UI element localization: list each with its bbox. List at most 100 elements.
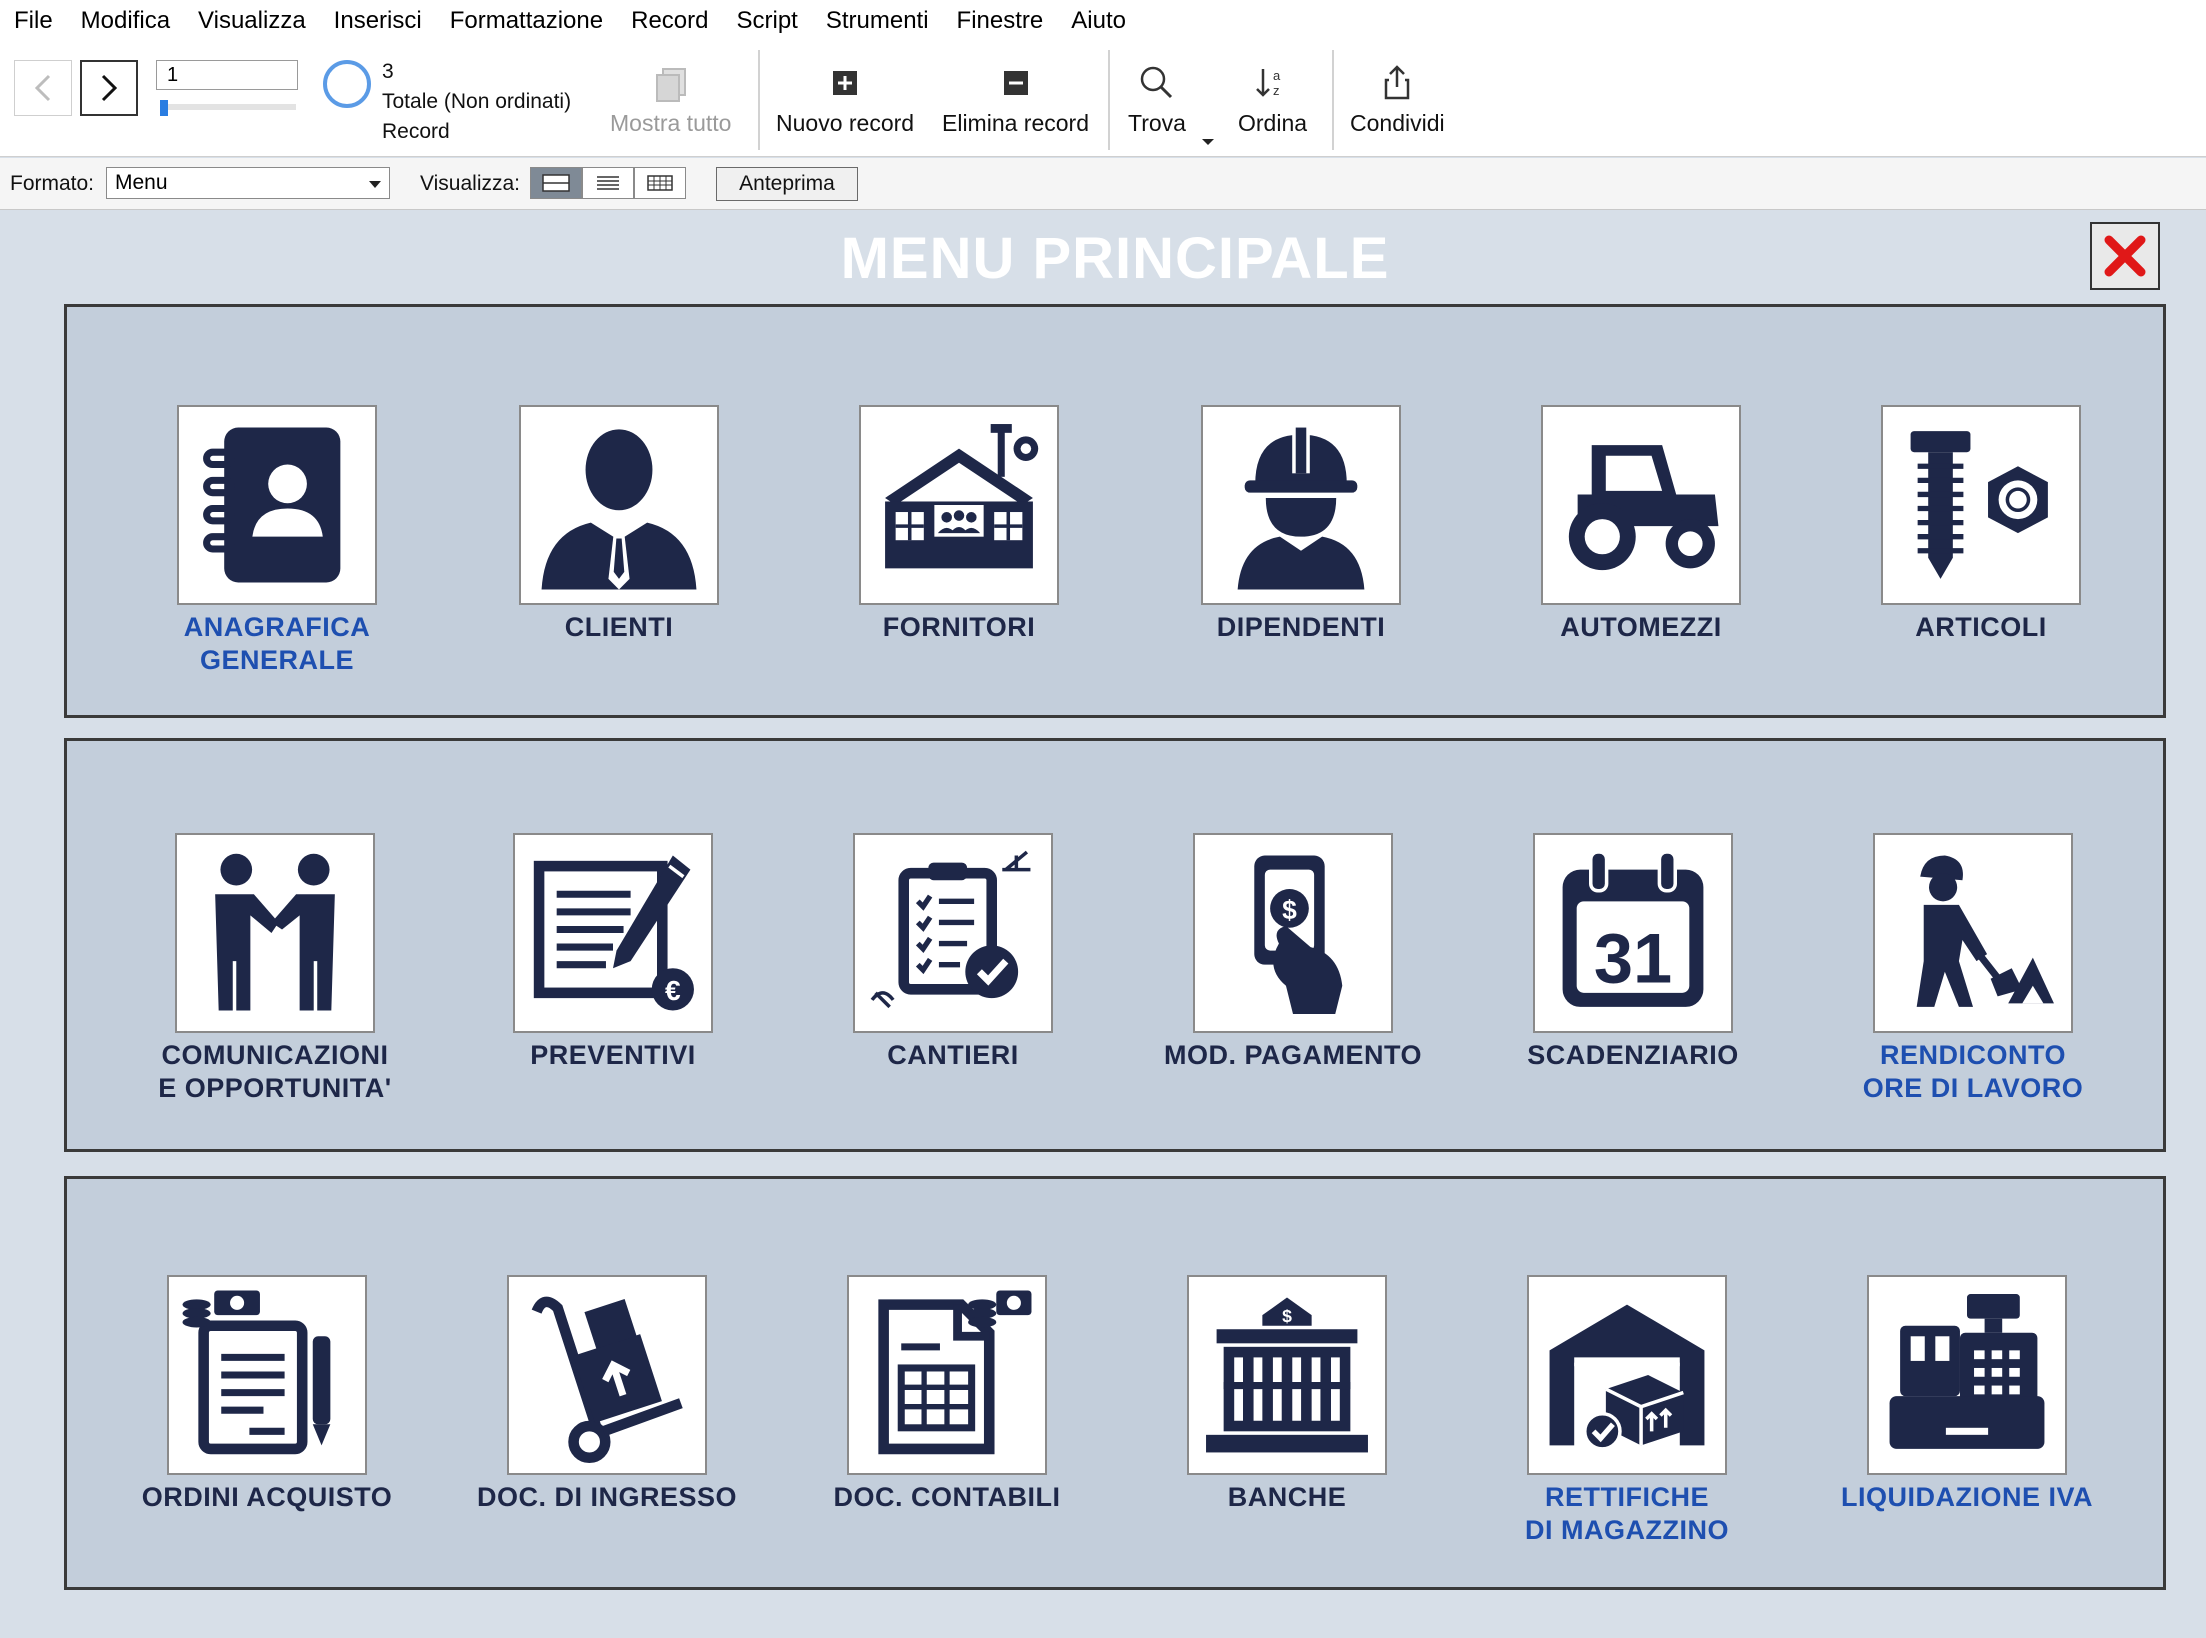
chevron-down-icon <box>369 181 381 188</box>
delete-record-button[interactable]: Elimina record <box>942 56 1089 156</box>
menu-tile-doc-contabili[interactable]: DOC. CONTABILI <box>834 1275 1060 1512</box>
menu-record[interactable]: Record <box>631 7 708 35</box>
menu-inserisci[interactable]: Inserisci <box>334 7 422 35</box>
menu-file[interactable]: File <box>14 7 53 35</box>
tile-label: ARTICOLI <box>1915 612 2047 642</box>
view-switcher <box>530 167 686 199</box>
calendar-icon: 31 <box>1562 850 1704 1007</box>
chevron-left-icon <box>34 74 51 102</box>
toolbar-divider <box>1332 50 1334 150</box>
svg-text:z: z <box>1273 83 1280 98</box>
preview-button[interactable]: Anteprima <box>716 167 858 201</box>
menu-panel-operazioni: COMUNICAZIONI E OPPORTUNITA' € PREVENTIVI <box>64 738 2166 1152</box>
menu-aiuto[interactable]: Aiuto <box>1071 7 1126 35</box>
share-button[interactable]: Condividi <box>1350 56 1445 156</box>
status-toolbar: 1 3 Totale (Non ordinati) Record Mostra … <box>0 42 2206 157</box>
warehouse-icon <box>1549 1304 1705 1451</box>
cash-register-icon <box>1889 1294 2045 1449</box>
worker-helmet-icon <box>1237 427 1365 590</box>
toolbar-divider <box>1108 50 1110 150</box>
menu-tile-liquidazione-iva[interactable]: LIQUIDAZIONE IVA <box>1841 1275 2092 1512</box>
tile-label: FORNITORI <box>882 612 1036 642</box>
menu-visualizza[interactable]: Visualizza <box>198 7 306 35</box>
menu-bar: File Modifica Visualizza Inserisci Forma… <box>0 0 2206 42</box>
layout-bar: Formato: Menu Visualizza: Anteprima <box>0 158 2206 210</box>
record-slider-track[interactable] <box>160 104 296 110</box>
view-label: Visualizza: <box>420 172 520 195</box>
table-view-icon <box>647 175 673 191</box>
search-icon <box>1140 66 1173 99</box>
next-record-button[interactable] <box>80 60 138 116</box>
found-status: Totale (Non ordinati) <box>382 90 572 113</box>
minus-square-icon <box>1003 71 1028 95</box>
menu-modifica[interactable]: Modifica <box>81 7 170 35</box>
show-all-button[interactable]: Mostra tutto <box>610 56 731 156</box>
accounting-document-icon <box>878 1290 1032 1455</box>
handshake-icon <box>215 853 335 1011</box>
svg-text:31: 31 <box>1594 918 1672 997</box>
tile-label: ANAGRAFICA GENERALE <box>183 612 371 675</box>
menu-panel-documenti: ORDINI ACQUISTO DOC. DI INGRESSO DOC. CO… <box>64 1176 2166 1590</box>
menu-tile-clienti[interactable]: CLIENTI <box>519 405 719 642</box>
payment-hand-icon: $ <box>1254 855 1343 1014</box>
bolt-nut-icon <box>1910 431 2048 579</box>
menu-tile-banche[interactable]: $ BANCHE <box>1187 1275 1387 1512</box>
current-record-input[interactable]: 1 <box>156 60 298 90</box>
menu-tile-cantieri[interactable]: CANTIERI <box>853 833 1053 1070</box>
close-icon <box>2104 235 2146 277</box>
menu-finestre[interactable]: Finestre <box>957 7 1044 35</box>
clipboard-check-icon <box>870 850 1031 1009</box>
menu-script[interactable]: Script <box>736 7 797 35</box>
menu-tile-fornitori[interactable]: FORNITORI <box>859 405 1059 642</box>
menu-tile-doc-ingresso[interactable]: DOC. DI INGRESSO <box>477 1275 737 1512</box>
menu-formattazione[interactable]: Formattazione <box>450 7 603 35</box>
record-slider-handle[interactable] <box>160 100 168 116</box>
view-as-table-button[interactable] <box>634 167 686 199</box>
sort-az-icon: az <box>1255 68 1281 98</box>
list-view-icon <box>597 176 619 190</box>
find-dropdown-icon[interactable] <box>1200 137 1216 147</box>
svg-text:$: $ <box>1282 1306 1292 1326</box>
purchase-order-icon <box>182 1290 331 1455</box>
menu-tile-articoli[interactable]: ARTICOLI <box>1881 405 2081 642</box>
menu-tile-rendiconto[interactable]: RENDICONTO ORE DI LAVORO <box>1863 833 2083 1103</box>
svg-text:€: € <box>665 975 681 1006</box>
menu-strumenti[interactable]: Strumenti <box>826 7 929 35</box>
chevron-right-icon <box>101 74 118 102</box>
menu-tile-scadenziario[interactable]: 31 SCADENZIARIO <box>1527 833 1738 1070</box>
address-book-icon <box>203 427 341 583</box>
supplier-building-icon <box>885 424 1039 569</box>
menu-tile-automezzi[interactable]: AUTOMEZZI <box>1541 405 1741 642</box>
businessman-icon <box>541 429 697 590</box>
tile-label: LIQUIDAZIONE IVA <box>1840 1482 2093 1512</box>
menu-tile-comunicazioni[interactable]: COMUNICAZIONI E OPPORTUNITA' <box>158 833 391 1103</box>
menu-tile-mod-pagamento[interactable]: $ MOD. PAGAMENTO <box>1164 833 1421 1070</box>
quote-document-icon: € <box>533 855 694 1011</box>
layout-label: Formato: <box>10 172 95 195</box>
svg-text:a: a <box>1273 68 1281 83</box>
found-unit: Record <box>382 120 450 143</box>
menu-panel-anagrafiche: ANAGRAFICA GENERALE CLIENTI FORNITORI DI… <box>64 304 2166 718</box>
tractor-icon <box>1568 445 1719 571</box>
menu-tile-rettifiche[interactable]: RETTIFICHE DI MAGAZZINO <box>1525 1275 1728 1545</box>
find-button[interactable]: Trova <box>1128 56 1186 156</box>
menu-tile-ordini-acquisto[interactable]: ORDINI ACQUISTO <box>142 1275 392 1512</box>
view-as-form-button[interactable] <box>530 167 582 199</box>
close-button[interactable] <box>2090 222 2160 290</box>
view-as-list-button[interactable] <box>582 167 634 199</box>
sort-button[interactable]: az Ordina <box>1238 56 1307 156</box>
hand-truck-icon <box>531 1296 683 1463</box>
new-record-button[interactable]: Nuovo record <box>776 56 914 156</box>
menu-tile-anagrafica-generale[interactable]: ANAGRAFICA GENERALE <box>177 405 377 675</box>
form-view-icon <box>542 174 570 192</box>
layout-select[interactable]: Menu <box>106 167 390 199</box>
found-set-pie-icon <box>323 60 371 108</box>
menu-tile-preventivi[interactable]: € PREVENTIVI <box>513 833 713 1070</box>
page-title: MENU PRINCIPALE <box>840 226 1390 291</box>
menu-tile-dipendenti[interactable]: DIPENDENTI <box>1201 405 1401 642</box>
svg-text:$: $ <box>1282 895 1297 925</box>
show-all-icon <box>655 68 686 102</box>
previous-record-button[interactable] <box>14 60 72 116</box>
plus-square-icon <box>833 71 858 95</box>
tile-label: RENDICONTO ORE DI LAVORO <box>1862 1040 2084 1103</box>
